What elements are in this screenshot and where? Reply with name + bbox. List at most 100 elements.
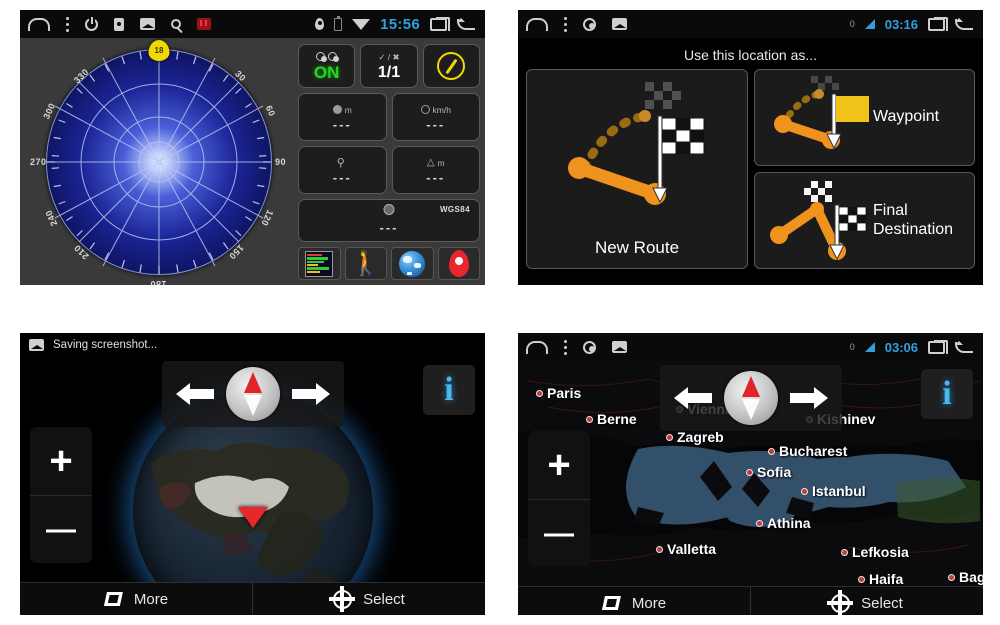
speed-unit: km/h: [432, 104, 451, 115]
speed-cell[interactable]: km/h ---: [391, 93, 480, 141]
gps-state-cell[interactable]: ON: [298, 44, 356, 88]
home-icon[interactable]: [526, 17, 548, 31]
heading-badge: 18: [148, 39, 170, 61]
city-marker[interactable]: Istanbul: [801, 483, 866, 499]
wifi-icon: [352, 18, 371, 30]
waypoint-card[interactable]: Waypoint: [754, 69, 975, 166]
map-pin-icon: [448, 250, 469, 277]
info-icon: i: [444, 371, 454, 408]
back-icon[interactable]: [955, 17, 973, 30]
select-button[interactable]: Select: [252, 583, 485, 615]
city-dot-icon: [858, 575, 865, 583]
more-button[interactable]: More: [518, 587, 750, 615]
gps-toolbar: 🚶: [298, 247, 480, 280]
more-button[interactable]: More: [20, 583, 252, 615]
city-label: Sofia: [757, 464, 792, 480]
heading-header: ⚲: [337, 156, 348, 170]
arrow-left-icon[interactable]: [175, 381, 214, 407]
home-icon[interactable]: [526, 340, 548, 354]
city-label: Haifa: [869, 571, 904, 586]
zoom-out-button[interactable]: —: [30, 495, 92, 563]
lock-icon[interactable]: [114, 17, 124, 31]
heading-cell[interactable]: ⚲ ---: [298, 146, 387, 194]
city-marker[interactable]: Berne: [586, 411, 637, 427]
fix-quality-cell[interactable]: ✓ / ✖ 1/1: [360, 44, 418, 88]
arrow-right-icon[interactable]: [291, 381, 330, 407]
city-marker[interactable]: Valletta: [656, 541, 716, 557]
datum-label: WGS84: [439, 205, 470, 214]
menu-dots-icon[interactable]: [564, 16, 567, 32]
zoom-controls: + —: [30, 427, 92, 563]
new-route-card[interactable]: New Route: [526, 69, 748, 269]
zoom-out-button[interactable]: —: [528, 499, 590, 567]
accuracy-value: ---: [426, 169, 446, 185]
clock-label: 15:56: [380, 15, 420, 33]
city-marker[interactable]: Bucharest: [768, 443, 847, 459]
back-icon[interactable]: [457, 17, 475, 30]
power-icon[interactable]: [85, 16, 98, 31]
signal-icon: [864, 19, 875, 29]
globe-view-panel: Saving screenshot... i + — More Select: [20, 333, 485, 615]
globe-canvas[interactable]: i + —: [20, 357, 485, 582]
map-canvas[interactable]: Paris Berne Vienna Zagreb Kishinev Bucha…: [518, 361, 983, 586]
compass-rose-icon[interactable]: [723, 371, 778, 425]
more-label: More: [631, 594, 667, 612]
signal-bars-button[interactable]: [298, 247, 341, 280]
coordinates-value: ---: [379, 219, 399, 235]
screenshot-icon[interactable]: [140, 18, 155, 30]
info-button[interactable]: i: [423, 365, 475, 415]
info-button[interactable]: i: [921, 369, 973, 419]
battery-level-label: 0: [849, 342, 855, 352]
recents-icon[interactable]: [430, 16, 450, 31]
app-red-icon[interactable]: [197, 18, 211, 30]
menu-dots-icon[interactable]: [66, 16, 69, 32]
city-marker[interactable]: Bag: [948, 569, 983, 585]
altitude-cell[interactable]: m ---: [298, 93, 387, 141]
city-marker[interactable]: Zagreb: [666, 429, 724, 445]
city-marker[interactable]: Athina: [756, 515, 811, 531]
select-button[interactable]: Select: [750, 587, 983, 615]
gps-target-icon: [328, 51, 339, 62]
android-status-bar: 15:56: [20, 10, 485, 38]
map-cursor-icon: [237, 507, 268, 528]
city-marker[interactable]: Haifa: [858, 571, 903, 586]
android-status-bar: 0 03:06: [518, 333, 983, 361]
select-crosshair-icon: [329, 585, 356, 612]
city-label: Lefkosia: [852, 544, 909, 560]
screenshot-icon[interactable]: [612, 18, 627, 30]
map-nav-controls: [659, 365, 842, 431]
recents-icon[interactable]: [928, 339, 948, 354]
city-label: Zagreb: [677, 429, 724, 445]
zoom-in-button[interactable]: +: [528, 431, 590, 499]
select-label: Select: [861, 594, 903, 612]
final-destination-card[interactable]: Final Destination: [754, 172, 975, 269]
globe-button[interactable]: [391, 247, 434, 280]
back-icon[interactable]: [955, 340, 973, 353]
satellite-radar-plot[interactable]: 18 270 90 180 330 300 240 210 150 120 60…: [20, 38, 298, 285]
accuracy-cell[interactable]: △ m ---: [391, 146, 480, 194]
compass-rose-icon[interactable]: [225, 367, 280, 421]
search-icon[interactable]: [171, 19, 181, 29]
new-route-label: New Route: [594, 238, 680, 257]
city-marker[interactable]: Paris: [536, 385, 581, 401]
elevation-icon: △: [426, 157, 435, 168]
compass-button[interactable]: [422, 44, 480, 88]
heading-icon: ⚲: [336, 157, 345, 169]
zoom-in-button[interactable]: +: [30, 427, 92, 495]
bottom-action-bar: More Select: [20, 582, 485, 615]
home-icon[interactable]: [28, 17, 50, 31]
city-dot-icon: [768, 447, 775, 455]
screenshot-icon[interactable]: [612, 341, 627, 353]
signal-bars-icon: [305, 250, 334, 277]
city-marker[interactable]: Sofia: [746, 464, 791, 480]
pedestrian-button[interactable]: 🚶: [344, 247, 387, 280]
recents-icon[interactable]: [928, 16, 948, 31]
coordinates-cell[interactable]: WGS84 ---: [298, 199, 480, 242]
arrow-left-icon[interactable]: [673, 385, 712, 411]
arrow-right-icon[interactable]: [789, 385, 828, 411]
map-pin-button[interactable]: [437, 247, 480, 280]
city-marker[interactable]: Lefkosia: [841, 544, 909, 560]
speedometer-icon: [420, 105, 430, 114]
city-label: Paris: [547, 385, 582, 401]
menu-dots-icon[interactable]: [564, 339, 567, 355]
